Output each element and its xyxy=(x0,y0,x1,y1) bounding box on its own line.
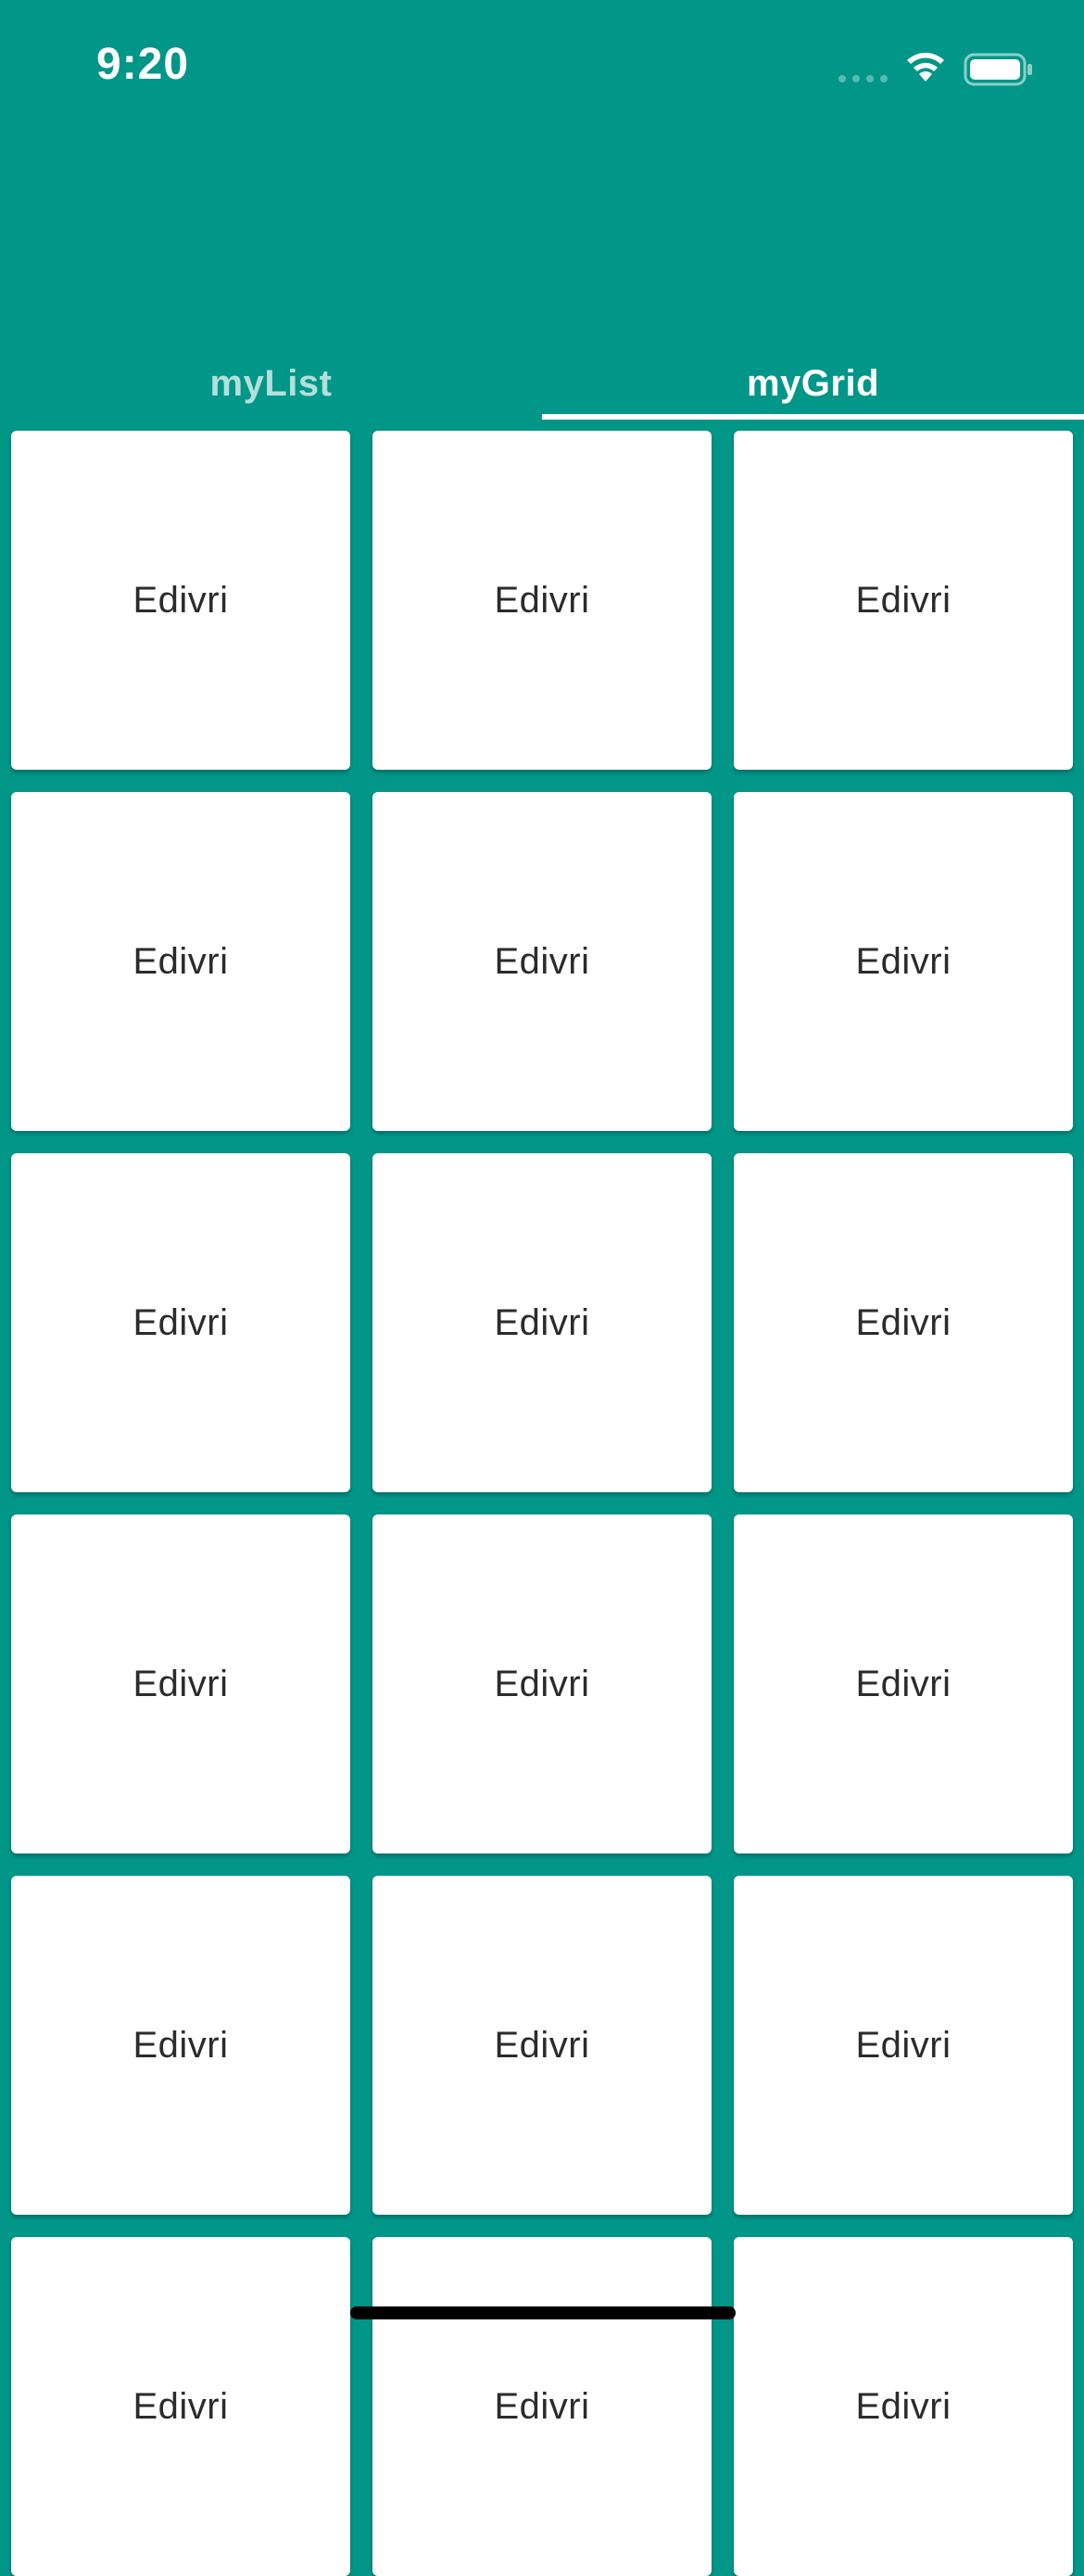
wifi-icon xyxy=(907,53,944,82)
grid-item-label: Edivri xyxy=(132,2385,229,2427)
grid-item[interactable]: Edivri xyxy=(11,1153,350,1492)
grid-item[interactable]: Edivri xyxy=(734,792,1073,1131)
home-indicator[interactable] xyxy=(350,2306,736,2319)
status-time: 9:20 xyxy=(96,40,190,89)
tab-mylist[interactable]: myList xyxy=(0,347,542,420)
grid-item[interactable]: Edivri xyxy=(11,2237,350,2576)
grid-item-label: Edivri xyxy=(494,579,590,621)
grid-item-label: Edivri xyxy=(855,2385,952,2427)
tab-bar: myList myGrid xyxy=(0,347,1084,420)
grid-item[interactable]: Edivri xyxy=(11,792,350,1131)
grid-item-label: Edivri xyxy=(855,1301,952,1343)
grid-item[interactable]: Edivri xyxy=(11,1514,350,1853)
grid-item[interactable]: Edivri xyxy=(734,431,1073,770)
grid-item-label: Edivri xyxy=(132,1301,229,1343)
grid-view: Edivri Edivri Edivri Edivri Edivri Edivr… xyxy=(11,431,1073,2576)
tab-selected-indicator xyxy=(542,414,1084,420)
grid-item-label: Edivri xyxy=(855,2024,952,2066)
grid-item-label: Edivri xyxy=(855,1663,952,1704)
grid-item[interactable]: Edivri xyxy=(734,2237,1073,2576)
grid-item-label: Edivri xyxy=(494,1301,590,1343)
battery-icon xyxy=(964,53,1032,86)
grid-item[interactable]: Edivri xyxy=(734,1876,1073,2215)
grid-item[interactable]: Edivri xyxy=(734,1514,1073,1853)
grid-item[interactable]: Edivri xyxy=(11,1876,350,2215)
grid-item-label: Edivri xyxy=(132,2024,229,2066)
tab-mygrid[interactable]: myGrid xyxy=(542,347,1084,420)
status-bar: 9:20 xyxy=(0,0,1084,139)
tab-label: myGrid xyxy=(746,362,880,404)
grid-item-label: Edivri xyxy=(855,579,952,621)
grid-item-label: Edivri xyxy=(494,1663,590,1704)
grid-item-label: Edivri xyxy=(855,940,952,982)
grid-item-label: Edivri xyxy=(494,2385,590,2427)
grid-item[interactable]: Edivri xyxy=(11,431,350,770)
grid-item-label: Edivri xyxy=(494,2024,590,2066)
grid-item-label: Edivri xyxy=(132,940,229,982)
grid-item[interactable]: Edivri xyxy=(372,2237,712,2576)
grid-item[interactable]: Edivri xyxy=(372,431,712,770)
grid-item-label: Edivri xyxy=(132,579,229,621)
grid-item-label: Edivri xyxy=(132,1663,229,1704)
grid-item[interactable]: Edivri xyxy=(372,1153,712,1492)
grid-item[interactable]: Edivri xyxy=(372,1876,712,2215)
grid-item-label: Edivri xyxy=(494,940,590,982)
grid-item[interactable]: Edivri xyxy=(372,792,712,1131)
grid-item[interactable]: Edivri xyxy=(372,1514,712,1853)
tab-label: myList xyxy=(209,362,333,404)
cellular-signal-icon xyxy=(838,75,888,82)
grid-item[interactable]: Edivri xyxy=(734,1153,1073,1492)
